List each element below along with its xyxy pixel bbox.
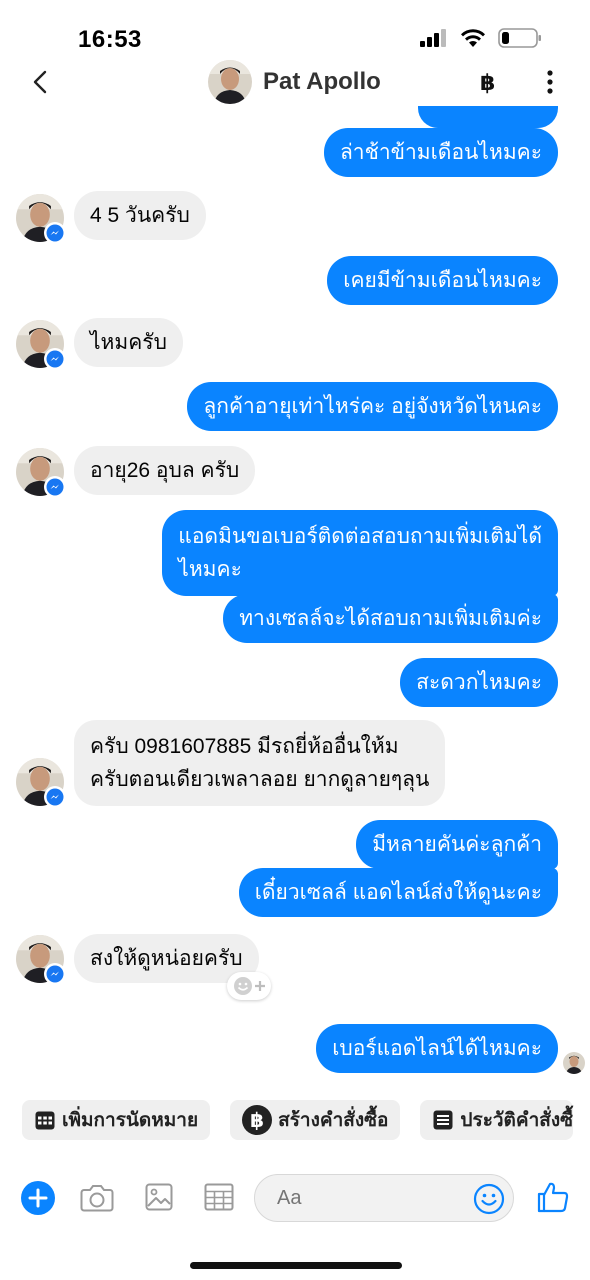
cellular-signal-icon — [420, 29, 446, 47]
message-bubble-outgoing[interactable]: ทางเซลล์จะได้สอบถามเพิ่มเติมค่ะ — [223, 594, 558, 643]
message-input-container[interactable] — [254, 1174, 514, 1222]
chat-header: Pat Apollo ฿ — [0, 58, 590, 110]
quick-actions-bar: เพิ่มการนัดหมาย ฿ สร้างคำสั่งซื้อ ประวัต… — [22, 1100, 574, 1140]
more-options-icon[interactable] — [538, 68, 562, 96]
message-bubble-incoming[interactable]: ครับ 0981607885 มีรถยี่ห้ออื่นให้ม ครับต… — [74, 720, 446, 806]
like-thumbs-up-icon[interactable] — [536, 1180, 570, 1214]
photo-gallery-icon[interactable] — [145, 1183, 173, 1211]
message-text: ทางเซลล์จะได้สอบถามเพิ่มเติมค่ะ — [239, 607, 542, 630]
sender-avatar[interactable] — [16, 194, 66, 244]
message-bubble-cutoff — [418, 106, 558, 128]
message-text: เคยมีข้ามเดือนไหมคะ — [343, 269, 542, 292]
message-text: 4 5 วันครับ — [90, 204, 190, 227]
add-reaction-button[interactable] — [227, 972, 271, 1000]
read-receipt-avatar — [563, 1052, 585, 1074]
message-bubble-outgoing[interactable]: สะดวกไหมคะ — [400, 658, 558, 707]
home-indicator[interactable] — [190, 1262, 402, 1269]
message-text: ไหมครับ — [90, 331, 167, 354]
sender-avatar[interactable] — [16, 758, 66, 808]
message-bubble-outgoing[interactable]: เดี๋ยวเซลล์ แอดไลน์ส่งให้ดูนะคะ — [238, 868, 558, 917]
quick-action-create-order[interactable]: ฿ สร้างคำสั่งซื้อ — [230, 1100, 401, 1140]
messenger-badge-icon — [44, 786, 66, 808]
message-input[interactable] — [277, 1187, 457, 1210]
camera-icon[interactable] — [80, 1182, 114, 1214]
quick-action-add-appointment[interactable]: เพิ่มการนัดหมาย — [22, 1100, 211, 1140]
sender-avatar[interactable] — [16, 448, 66, 498]
calendar-icon — [35, 1111, 55, 1130]
quick-action-label: เพิ่มการนัดหมาย — [62, 1110, 199, 1131]
battery-icon — [498, 28, 541, 48]
message-text: ล่าช้าข้ามเดือนไหมคะ — [339, 141, 542, 164]
message-text: มีหลายคันค่ะลูกค้า — [372, 833, 542, 856]
wifi-icon — [461, 29, 485, 47]
message-text-line1: แอดมินขอเบอร์ติดต่อสอบถามเพิ่มเติมได้ — [178, 525, 542, 548]
message-text: อายุ26 อุบล ครับ — [90, 459, 240, 482]
message-text-line2: ไหมคะ — [178, 558, 242, 581]
quick-action-order-history[interactable]: ประวัติคำสั่งซื้ — [420, 1100, 574, 1140]
message-text: สงให้ดูหน่อยครับ — [90, 947, 243, 970]
message-text: เดี๋ยวเซลล์ แอดไลน์ส่งให้ดูนะคะ — [254, 881, 542, 904]
contact-name[interactable]: Pat Apollo — [263, 68, 381, 96]
message-bubble-outgoing[interactable]: ลูกค้าอายุเท่าไหร่คะ อยู่จังหวัดไหนคะ — [187, 382, 558, 431]
contact-avatar[interactable] — [208, 60, 252, 104]
smiley-icon — [233, 977, 252, 995]
message-text-line2: ครับตอนเดียวเพลาลอย ยากดูลายๆลุน — [90, 768, 430, 791]
status-bar: 16:53 — [0, 0, 590, 60]
create-order-icon[interactable]: ฿ — [480, 70, 495, 96]
plus-circle-icon[interactable] — [20, 1180, 56, 1216]
table-grid-icon[interactable] — [204, 1183, 234, 1211]
message-bubble-outgoing[interactable]: เคยมีข้ามเดือนไหมคะ — [327, 256, 558, 305]
message-bubble-incoming[interactable]: 4 5 วันครับ — [74, 191, 206, 240]
message-bubble-incoming[interactable]: ไหมครับ — [74, 318, 183, 367]
messenger-badge-icon — [44, 963, 66, 985]
message-text: สะดวกไหมคะ — [416, 671, 542, 694]
messenger-badge-icon — [44, 348, 66, 370]
message-bubble-incoming[interactable]: อายุ26 อุบล ครับ — [74, 446, 256, 495]
message-bubble-outgoing[interactable]: มีหลายคันค่ะลูกค้า — [356, 820, 558, 869]
quick-action-label: สร้างคำสั่งซื้อ — [278, 1110, 389, 1131]
messenger-badge-icon — [44, 222, 66, 244]
emoji-icon[interactable] — [473, 1183, 505, 1215]
message-bubble-outgoing[interactable]: ล่าช้าข้ามเดือนไหมคะ — [323, 128, 558, 177]
message-text-line1: ครับ 0981607885 มีรถยี่ห้ออื่นให้ม — [90, 735, 399, 758]
status-time: 16:53 — [78, 26, 142, 53]
message-text: ลูกค้าอายุเท่าไหร่คะ อยู่จังหวัดไหนคะ — [203, 395, 542, 418]
status-icons — [420, 28, 542, 48]
message-bubble-outgoing[interactable]: แอดมินขอเบอร์ติดต่อสอบถามเพิ่มเติมได้ ไห… — [162, 510, 558, 596]
plus-icon — [254, 981, 265, 991]
sender-avatar[interactable] — [16, 320, 66, 370]
baht-icon: ฿ — [242, 1105, 273, 1135]
back-button[interactable] — [28, 68, 56, 96]
message-bubble-outgoing[interactable]: เบอร์แอดไลน์ได้ไหมคะ — [316, 1024, 558, 1073]
message-text: เบอร์แอดไลน์ได้ไหมคะ — [332, 1037, 542, 1060]
sender-avatar[interactable] — [16, 935, 66, 985]
message-composer — [0, 1172, 590, 1224]
quick-action-label: ประวัติคำสั่งซื้ — [460, 1110, 574, 1131]
messenger-badge-icon — [44, 476, 66, 498]
list-icon — [433, 1110, 453, 1130]
